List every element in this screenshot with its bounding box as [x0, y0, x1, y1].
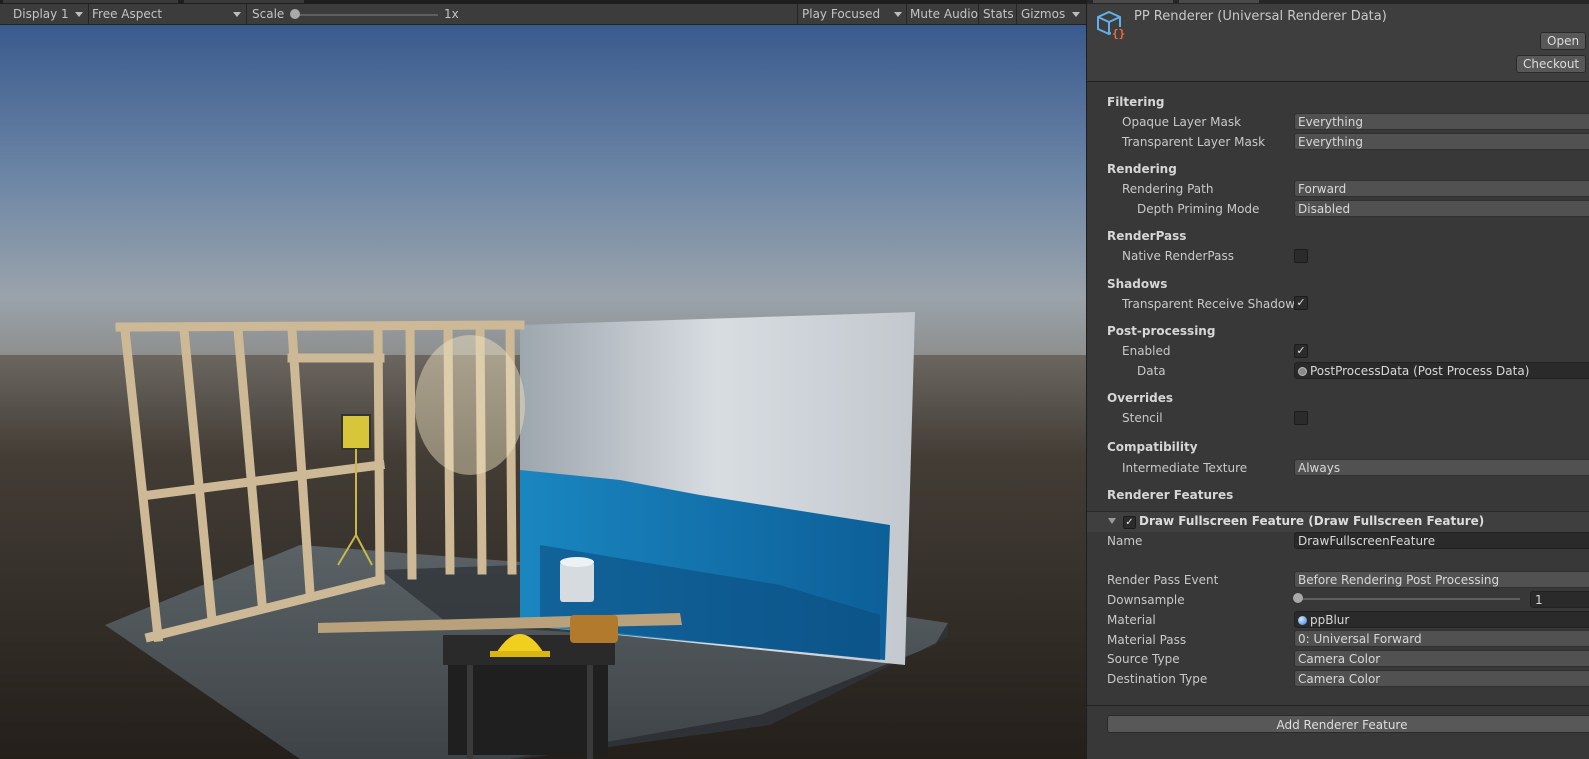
transparent-receive-shadows-label: Transparent Receive Shadows [1122, 297, 1302, 311]
rendering-path-label: Rendering Path [1122, 182, 1214, 196]
stats-label: Stats [983, 7, 1014, 21]
play-mode-label: Play Focused [802, 7, 881, 21]
material-label: Material [1107, 613, 1156, 627]
game-view: Display 1 Free Aspect Scale 1x Play Focu… [0, 0, 1086, 759]
game-toolbar: Display 1 Free Aspect Scale 1x Play Focu… [0, 4, 1086, 25]
intermediate-texture-dropdown[interactable]: Always [1294, 459, 1589, 476]
feature-name-label: Name [1107, 534, 1143, 548]
transparent-layer-mask-label: Transparent Layer Mask [1122, 135, 1266, 149]
stencil-checkbox[interactable] [1294, 411, 1308, 425]
native-renderpass-label: Native RenderPass [1122, 249, 1234, 263]
mute-audio-label: Mute Audio [910, 7, 978, 21]
pp-enabled-checkbox[interactable]: ✓ [1294, 344, 1308, 358]
gizmos-label: Gizmos [1021, 7, 1066, 21]
stats-toggle[interactable]: Stats [979, 4, 1017, 24]
feature-name-input[interactable]: DrawFullscreenFeature [1294, 532, 1589, 549]
section-shadows: Shadows [1107, 277, 1168, 291]
material-pass-dropdown[interactable]: 0: Universal Forward [1294, 630, 1589, 647]
display-label: Display 1 [13, 7, 69, 21]
pp-data-object-field[interactable]: PostProcessData (Post Process Data) [1294, 362, 1589, 379]
source-type-dropdown[interactable]: Camera Color [1294, 650, 1589, 667]
scale-slider[interactable] [295, 14, 438, 16]
transparent-layer-mask-dropdown[interactable]: Everything [1294, 133, 1589, 150]
play-mode-dropdown[interactable]: Play Focused [797, 4, 907, 24]
inspector-header: {} PP Renderer (Universal Renderer Data)… [1087, 0, 1589, 82]
destination-type-label: Destination Type [1107, 672, 1208, 686]
feature-header[interactable]: ✓ Draw Fullscreen Feature (Draw Fullscre… [1087, 511, 1589, 532]
scale-value: 1x [444, 7, 459, 21]
material-object-field[interactable]: ppBlur [1294, 611, 1589, 628]
inspector-panel: {} PP Renderer (Universal Renderer Data)… [1086, 0, 1589, 759]
pp-data-value: PostProcessData (Post Process Data) [1310, 364, 1530, 378]
section-post-processing: Post-processing [1107, 324, 1216, 338]
downsample-slider[interactable] [1298, 598, 1520, 600]
renderer-data-icon: {} [1097, 10, 1125, 40]
chevron-down-icon [1072, 12, 1080, 17]
feature-enabled-checkbox[interactable]: ✓ [1123, 516, 1136, 529]
section-rendering: Rendering [1107, 162, 1177, 176]
gizmos-dropdown[interactable]: Gizmos [1017, 4, 1086, 24]
aspect-label: Free Aspect [92, 7, 163, 21]
feature-title: Draw Fullscreen Feature (Draw Fullscreen… [1139, 514, 1485, 528]
scale-label: Scale [252, 7, 285, 21]
checkout-button[interactable]: Checkout [1516, 55, 1587, 73]
scene-render [0, 25, 1086, 759]
section-renderer-features: Renderer Features [1107, 488, 1234, 502]
section-filtering: Filtering [1107, 95, 1165, 109]
intermediate-texture-label: Intermediate Texture [1122, 461, 1248, 475]
asset-title: PP Renderer (Universal Renderer Data) [1134, 9, 1387, 24]
material-pass-label: Material Pass [1107, 633, 1187, 647]
source-type-label: Source Type [1107, 652, 1180, 666]
tab-marker [3, 0, 178, 3]
foldout-arrow-icon[interactable] [1108, 518, 1116, 524]
tab-marker [184, 0, 304, 3]
destination-type-dropdown[interactable]: Camera Color [1294, 670, 1589, 687]
downsample-value-input[interactable]: 1 [1530, 591, 1589, 608]
scale-slider-handle[interactable] [290, 9, 300, 19]
native-renderpass-checkbox[interactable] [1294, 249, 1308, 263]
section-renderpass: RenderPass [1107, 229, 1187, 243]
rendering-path-dropdown[interactable]: Forward [1294, 180, 1589, 197]
tab-marker [1179, 0, 1259, 3]
open-button[interactable]: Open [1540, 32, 1587, 50]
render-pass-event-dropdown[interactable]: Before Rendering Post Processing [1294, 571, 1589, 588]
chevron-down-icon [75, 12, 83, 17]
game-viewport[interactable] [0, 25, 1086, 759]
tab-marker [1093, 0, 1173, 3]
material-icon [1298, 616, 1307, 625]
section-compatibility: Compatibility [1107, 440, 1198, 454]
material-value: ppBlur [1310, 613, 1350, 627]
aspect-dropdown[interactable]: Free Aspect [88, 4, 247, 24]
mute-audio-toggle[interactable]: Mute Audio [906, 4, 979, 24]
transparent-receive-shadows-checkbox[interactable]: ✓ [1294, 296, 1308, 310]
chevron-down-icon [233, 12, 241, 17]
chevron-down-icon [894, 12, 902, 17]
asset-icon [1298, 367, 1307, 376]
pp-data-label: Data [1137, 364, 1166, 378]
stencil-label: Stencil [1122, 411, 1163, 425]
svg-text:{}: {} [1112, 27, 1125, 40]
opaque-layer-mask-dropdown[interactable]: Everything [1294, 113, 1589, 130]
add-renderer-feature-button[interactable]: Add Renderer Feature [1107, 715, 1589, 733]
render-pass-event-label: Render Pass Event [1107, 573, 1219, 587]
divider [1087, 705, 1589, 706]
section-overrides: Overrides [1107, 391, 1173, 405]
display-dropdown[interactable]: Display 1 [0, 4, 89, 24]
inspector-tab-strip [1087, 0, 1589, 4]
depth-priming-mode-dropdown[interactable]: Disabled [1294, 200, 1589, 217]
opaque-layer-mask-label: Opaque Layer Mask [1122, 115, 1242, 129]
pp-enabled-label: Enabled [1122, 344, 1171, 358]
downsample-label: Downsample [1107, 593, 1185, 607]
downsample-slider-handle[interactable] [1293, 593, 1303, 603]
depth-priming-mode-label: Depth Priming Mode [1137, 202, 1260, 216]
